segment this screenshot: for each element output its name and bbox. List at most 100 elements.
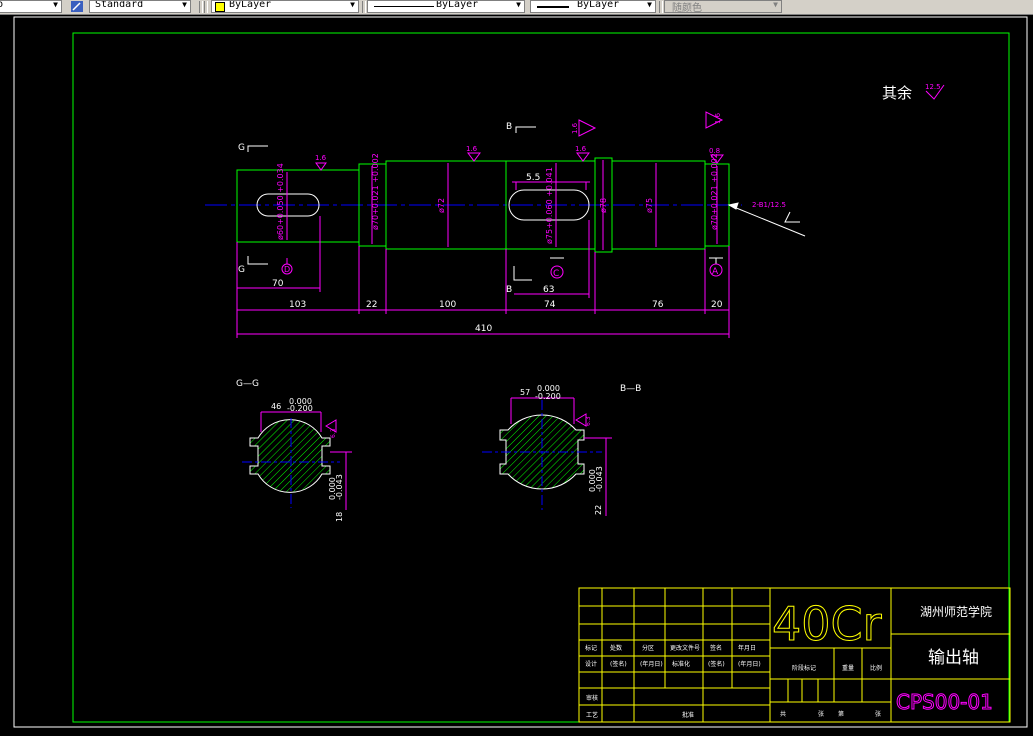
section-gg-tol-low: -0.200 <box>287 404 313 413</box>
lineweight-dropdown[interactable]: ByLayer ▼ <box>530 0 656 13</box>
tb-weight-label: 重量 <box>842 664 854 672</box>
section-bb-width: 57 <box>520 388 530 397</box>
keyway-right-length: 63 <box>543 285 554 295</box>
dim-20: 20 <box>711 300 723 310</box>
chevron-down-icon: ▼ <box>350 0 355 9</box>
section-bb-depth-tol-low: -0.043 <box>595 466 604 492</box>
roughness-value: 1.6 <box>571 122 579 134</box>
tb-stage-label: 阶段标记 <box>792 664 816 672</box>
plot-style-dropdown: 随颜色 ▼ <box>664 0 782 13</box>
color-dropdown[interactable]: ByLayer ▼ <box>211 0 359 13</box>
tb-process: 工艺 <box>586 711 598 719</box>
layer-dropdown[interactable]: b ▼ <box>0 0 62 13</box>
section-marker-b-bottom: B <box>506 266 532 295</box>
dim-total: 410 <box>475 324 492 334</box>
section-marker-b-label: B <box>506 122 512 132</box>
dim-22: 22 <box>366 300 377 310</box>
section-marker-g-label: G <box>238 143 245 153</box>
section-gg-depth: 18 <box>335 512 344 522</box>
roughness-value: 1.6 <box>315 154 327 162</box>
chevron-down-icon: ▼ <box>182 0 187 9</box>
datum-d: D <box>281 258 293 275</box>
roughness-symbol: 1.6 <box>705 111 724 129</box>
tb-row5-0: 设计 <box>585 660 597 668</box>
section-gg-depth-tol-low: -0.043 <box>335 474 344 500</box>
datum-c: C <box>550 257 564 279</box>
roughness-symbol: 12.5 <box>925 83 945 100</box>
linetype-dropdown[interactable]: ByLayer ▼ <box>367 0 525 13</box>
drawing-canvas[interactable]: 其余 12.5 G G B B 1.6 1.6 1.6 1.6 1.6 0.8 … <box>0 14 1033 732</box>
tb-row4-2: 分区 <box>642 644 654 652</box>
datum-a-label: A <box>712 267 719 277</box>
keyway-width: 5.5 <box>526 173 540 183</box>
title-material: 40Cr <box>772 597 882 651</box>
dim-d60: ø60+0.050 +0.034 <box>276 163 285 240</box>
section-marker-g-label: G <box>238 265 245 275</box>
tb-row4-0: 标记 <box>585 644 597 652</box>
toolbar-separator <box>362 1 366 13</box>
roughness-value: 1.6 <box>714 112 722 124</box>
section-marker-b-label: B <box>506 285 512 295</box>
dim-d75: ø75+0.060 +0.041 <box>545 167 554 244</box>
roughness-value: 1.6 <box>466 145 478 153</box>
section-bb <box>482 400 602 510</box>
datum-c-label: C <box>553 269 559 279</box>
tb-sheet-1: 张 <box>818 710 824 718</box>
tb-row5-2: (年月日) <box>640 660 663 668</box>
lineweight-value: ByLayer <box>577 0 620 10</box>
datum-a: A <box>709 257 723 277</box>
tb-sheet-2: 第 <box>838 710 844 718</box>
chevron-down-icon: ▼ <box>516 0 521 9</box>
plot-style-value: 随颜色 <box>672 3 702 13</box>
tb-audit: 审核 <box>586 694 598 702</box>
dim-d70-right: ø70+0.021 +0.002 <box>710 153 719 230</box>
properties-toolbar: b ▼ Standard ▼ ByLayer ▼ ByLayer ▼ ByLay… <box>0 0 1033 15</box>
text-style-value: Standard <box>95 0 144 10</box>
roughness-symbol: 1.6 <box>571 119 597 137</box>
section-marker-g-top: G <box>238 143 268 153</box>
tb-sheet-0: 共 <box>780 710 786 718</box>
dim-d75b: ø75 <box>645 198 654 213</box>
dim-74: 74 <box>544 300 556 310</box>
color-swatch <box>215 2 225 12</box>
datum-d-label: D <box>284 265 290 274</box>
tb-row4-4: 签名 <box>710 644 722 652</box>
chevron-down-icon: ▼ <box>773 0 778 9</box>
section-gg-roughness: 6.3 <box>330 428 337 438</box>
title-drawing-no: CPS00-01 <box>896 690 993 714</box>
section-gg <box>242 418 340 508</box>
chevron-down-icon: ▼ <box>647 0 652 9</box>
keyway-left-length: 70 <box>272 279 284 289</box>
linetype-value: ByLayer <box>436 0 479 10</box>
tb-sheet-3: 张 <box>875 710 881 718</box>
tb-row4-1: 处数 <box>610 644 622 652</box>
tb-approve: 批准 <box>682 711 694 719</box>
general-roughness-label: 其余 <box>882 84 912 102</box>
color-value: ByLayer <box>229 0 272 10</box>
dim-100: 100 <box>439 300 456 310</box>
tb-scale-label: 比例 <box>870 664 882 672</box>
section-bb-depth: 22 <box>594 505 603 515</box>
toolbar-separator <box>659 1 663 13</box>
dim-d72: ø72 <box>437 198 446 213</box>
section-marker-b-top: B <box>506 122 536 133</box>
title-part-name: 输出轴 <box>928 648 979 668</box>
title-school: 湖州师范学院 <box>920 604 992 619</box>
roughness-symbol: 1.6 <box>575 145 590 162</box>
dim-d70-left: ø70+0.021 +0.002 <box>371 153 380 230</box>
lineweight-preview <box>537 6 569 8</box>
roughness-symbol: 1.6 <box>315 154 327 171</box>
tb-row5-5: (年月日) <box>738 660 761 668</box>
roughness-value: 12.5 <box>925 83 941 91</box>
section-bb-tol-low: -0.200 <box>535 392 561 401</box>
text-style-dropdown[interactable]: Standard ▼ <box>89 0 191 13</box>
layer-dropdown-value: b <box>0 1 3 10</box>
section-bb-roughness: 6.3 <box>585 416 592 426</box>
section-gg-width: 46 <box>271 402 281 411</box>
text-style-icon[interactable] <box>70 0 84 13</box>
section-bb-title: B—B <box>620 384 641 394</box>
section-marker-g-bottom: G <box>238 256 268 275</box>
roughness-symbol: 1.6 <box>466 145 481 162</box>
chevron-down-icon: ▼ <box>53 0 58 9</box>
tb-row5-1: (签名) <box>610 660 627 668</box>
